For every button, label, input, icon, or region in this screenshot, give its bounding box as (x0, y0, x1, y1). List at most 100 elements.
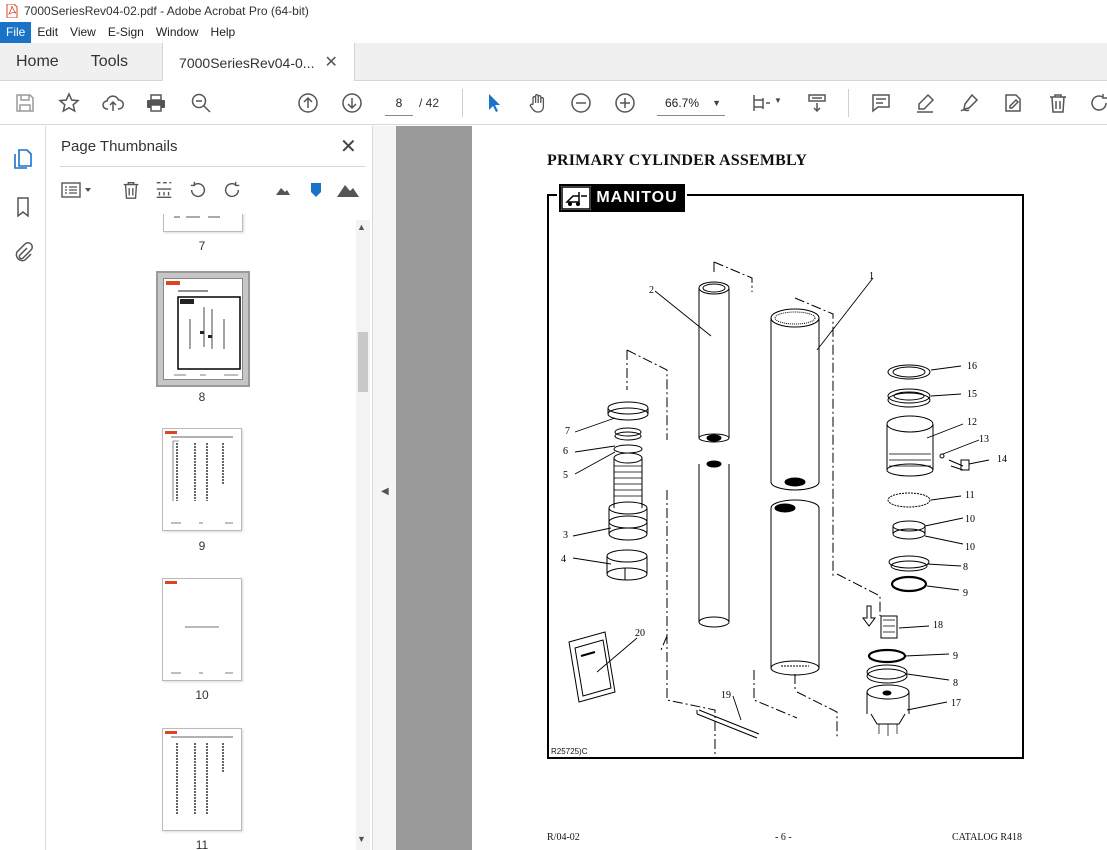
tab-document-label: 7000SeriesRev04-0... (179, 54, 315, 71)
figure-reference: R25725)C (551, 747, 588, 756)
callout-label: 5 (563, 470, 568, 481)
star-icon[interactable] (56, 90, 82, 116)
smaller-thumbnails-icon[interactable] (270, 178, 294, 202)
edit-pdf-icon[interactable] (1000, 90, 1026, 116)
page-heading: PRIMARY CYLINDER ASSEMBLY (547, 152, 808, 169)
rotate-counterclockwise-icon[interactable] (186, 178, 210, 202)
callout-label: 10 (965, 542, 975, 553)
chevron-down-icon: ▼ (712, 98, 721, 108)
print-icon[interactable] (143, 90, 169, 116)
thumbnail-page-8-selected[interactable] (156, 271, 250, 387)
extract-page-icon[interactable] (152, 178, 176, 202)
figure-frame: MANITOU 2 1 7 6 5 3 4 16 15 12 13 14 11 … (547, 182, 1024, 759)
attachment-paperclip-icon[interactable] (10, 239, 36, 265)
window-title: 7000SeriesRev04-02.pdf - Adobe Acrobat P… (24, 4, 309, 18)
delete-icon[interactable] (1045, 90, 1071, 116)
tab-document[interactable]: 7000SeriesRev04-0... ✕ (162, 43, 355, 82)
callout-label: 18 (933, 620, 943, 631)
callout-label: 12 (967, 417, 977, 428)
chevron-down-icon[interactable]: ▼ (774, 96, 782, 105)
close-tab-icon[interactable]: ✕ (324, 44, 337, 82)
comment-icon[interactable] (868, 90, 894, 116)
tab-tools[interactable]: Tools (75, 43, 144, 80)
page-number-input[interactable]: 8 (385, 90, 413, 116)
highlight-pen-icon[interactable] (912, 90, 938, 116)
main-toolbar: 8 / 42 66.7% ▼ ▼ (0, 81, 1107, 125)
zoom-out-magnifier-icon[interactable] (188, 90, 214, 116)
callout-label: 1 (869, 271, 874, 282)
delete-page-icon[interactable] (119, 178, 143, 202)
hand-tool-icon[interactable] (525, 90, 551, 116)
document-viewer[interactable]: PRIMARY CYLINDER ASSEMBLY MANITOU 2 1 7 … (396, 126, 1107, 850)
tab-bar: Home Tools 7000SeriesRev04-0... ✕ (0, 43, 1107, 82)
thumbnail-scrollbar[interactable]: ▲ ▼ (356, 220, 370, 850)
callout-label: 4 (561, 554, 566, 565)
thumbnail-page-10[interactable] (162, 578, 242, 681)
thumbnail-page-11[interactable] (162, 728, 242, 831)
thumbnail-toolbar (46, 174, 372, 206)
menu-esign[interactable]: E-Sign (102, 22, 150, 43)
thumbnail-page-7[interactable] (163, 214, 243, 232)
thumbnail-label: 9 (198, 539, 206, 553)
options-menu-icon[interactable] (60, 178, 94, 202)
bookmark-icon[interactable] (10, 194, 36, 220)
zoom-in-icon[interactable] (612, 90, 638, 116)
page-thumbnails-icon[interactable] (10, 146, 36, 172)
rotate-icon[interactable] (1086, 90, 1107, 116)
upload-cloud-icon[interactable] (100, 90, 126, 116)
thumbnail-size-slider-icon[interactable] (304, 178, 328, 202)
zoom-level-select[interactable]: 66.7% ▼ (657, 90, 725, 116)
callout-label: 9 (953, 651, 958, 662)
callout-label: 2 (649, 285, 654, 296)
left-navigation-rail (0, 126, 46, 850)
part-2-upper-tube (698, 288, 730, 438)
next-page-icon[interactable] (339, 90, 365, 116)
thumbnail-page-9[interactable] (162, 428, 242, 531)
callout-label: 10 (965, 514, 975, 525)
callout-label: 11 (965, 490, 975, 501)
page-fit-icon[interactable] (748, 90, 774, 116)
collapse-panel-arrow-icon[interactable]: ◀ (381, 486, 389, 497)
larger-thumbnails-icon[interactable] (336, 178, 360, 202)
callout-label: 9 (963, 588, 968, 599)
zoom-level-value: 66.7% (665, 96, 700, 110)
menu-bar: File Edit View E-Sign Window Help (0, 22, 1107, 43)
thumbnail-label: 11 (195, 838, 209, 850)
callout-label: 7 (565, 426, 570, 437)
menu-edit[interactable]: Edit (31, 22, 64, 43)
rotate-clockwise-icon[interactable] (220, 178, 244, 202)
scroll-mode-icon[interactable] (804, 90, 830, 116)
menu-file[interactable]: File (0, 22, 32, 43)
page-thumbnails-panel: Page Thumbnails ✕ 7 8 9 10 11 ▲ ▼ (46, 126, 372, 850)
menu-window[interactable]: Window (150, 22, 205, 43)
callout-label: 6 (563, 446, 568, 457)
callout-label: 15 (967, 389, 977, 400)
previous-page-icon[interactable] (295, 90, 321, 116)
footer-left: R/04-02 (547, 832, 580, 843)
callout-label: 20 (635, 628, 645, 639)
scroll-down-arrow-icon[interactable]: ▼ (357, 834, 366, 844)
select-cursor-icon[interactable] (481, 90, 507, 116)
part-1-upper-tube (770, 318, 820, 482)
pdf-page: PRIMARY CYLINDER ASSEMBLY MANITOU 2 1 7 … (472, 126, 1107, 850)
callout-label: 8 (953, 678, 958, 689)
callout-label: 3 (563, 530, 568, 541)
tab-home[interactable]: Home (0, 43, 75, 80)
acrobat-icon (6, 4, 18, 18)
panel-splitter[interactable]: ◀ (372, 126, 396, 850)
scroll-up-arrow-icon[interactable]: ▲ (357, 222, 366, 232)
save-icon[interactable] (12, 90, 38, 116)
menu-view[interactable]: View (64, 22, 102, 43)
footer-right: CATALOG R418 (952, 832, 1023, 843)
sign-pen-icon[interactable] (956, 90, 982, 116)
callout-label: 14 (997, 454, 1007, 465)
zoom-out-icon[interactable] (568, 90, 594, 116)
scrollbar-thumb[interactable] (358, 332, 368, 392)
toolbar-separator (462, 89, 463, 117)
menu-help[interactable]: Help (205, 22, 242, 43)
window-titlebar: 7000SeriesRev04-02.pdf - Adobe Acrobat P… (0, 0, 1107, 22)
thumbnail-list[interactable]: 7 8 9 10 11 (46, 214, 372, 850)
callout-label: 8 (963, 562, 968, 573)
panel-title: Page Thumbnails (61, 138, 178, 155)
close-panel-icon[interactable]: ✕ (340, 134, 357, 159)
